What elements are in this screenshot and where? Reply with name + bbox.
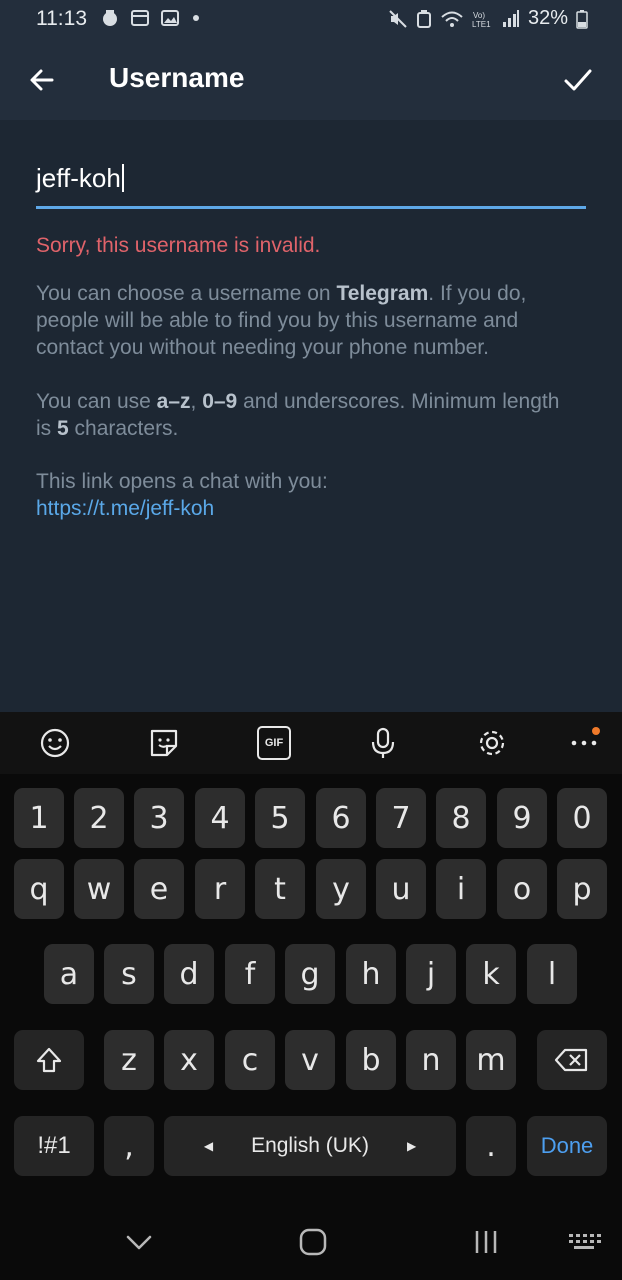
recents-icon[interactable] [472,1228,502,1256]
key-c[interactable]: c [225,1030,275,1090]
app-bar: Username [0,38,622,120]
key-b[interactable]: b [346,1030,396,1090]
key-q[interactable]: q [14,859,64,919]
key-k[interactable]: k [466,944,516,1004]
key-5[interactable]: 5 [255,788,305,848]
chevron-left-icon: ◀ [203,1139,214,1153]
page-title: Username [109,62,245,93]
username-value: jeff-koh [36,163,121,193]
key-9[interactable]: 9 [497,788,547,848]
key-o[interactable]: o [497,859,547,919]
backspace-icon [554,1048,588,1072]
key-1[interactable]: 1 [14,788,64,848]
shift-icon [36,1047,62,1073]
battery-saver-icon [416,9,431,28]
profile-link[interactable]: https://t.me/jeff-koh [36,495,576,522]
comma-key[interactable]: , [104,1116,154,1176]
key-2[interactable]: 2 [74,788,124,848]
signal-icon [502,9,519,27]
key-e[interactable]: e [134,859,184,919]
key-d[interactable]: d [164,944,214,1004]
key-v[interactable]: v [285,1030,335,1090]
username-input[interactable]: jeff-koh [36,158,586,212]
key-m[interactable]: m [466,1030,516,1090]
key-h[interactable]: h [346,944,396,1004]
system-nav-bar [0,1204,622,1280]
key-3[interactable]: 3 [134,788,184,848]
check-icon[interactable] [560,62,596,98]
home-icon[interactable] [298,1228,328,1256]
help-text-username: You can choose a username on Telegram. I… [36,282,527,359]
gif-icon[interactable]: GIF [257,726,291,760]
gallery-icon [161,10,179,26]
volte-icon: Vo)LTE1 [472,11,491,29]
key-4[interactable]: 4 [195,788,245,848]
backspace-key[interactable] [537,1030,607,1090]
svg-text:Vo): Vo) [473,11,485,20]
on-screen-keyboard: 1 2 3 4 5 6 7 8 9 0 q w e r t y u i o p … [0,774,622,1204]
username-settings-content: jeff-koh Sorry, this username is invalid… [0,120,622,712]
key-w[interactable]: w [74,859,124,919]
period-key[interactable]: . [466,1116,516,1176]
space-key-label: English (UK) [251,1134,369,1157]
keyboard-toolbar: GIF [0,712,622,774]
notification-icon [103,10,117,26]
mute-icon [389,9,407,28]
chevron-down-icon[interactable] [124,1228,154,1256]
done-button[interactable]: Done [527,1116,607,1176]
settings-icon[interactable] [475,726,509,760]
status-time: 11:13 [36,7,87,30]
help-text-rules: You can use a–z, 0–9 and underscores. Mi… [36,390,560,440]
key-a[interactable]: a [44,944,94,1004]
key-0[interactable]: 0 [557,788,607,848]
error-message: Sorry, this username is invalid. [36,234,321,257]
key-i[interactable]: i [436,859,486,919]
battery-percent: 32% [527,7,568,29]
microphone-icon[interactable] [366,726,400,760]
text-caret [121,164,124,192]
key-u[interactable]: u [376,859,426,919]
status-bar: 11:13 Vo) LTE1 32% [0,0,622,38]
key-g[interactable]: g [285,944,335,1004]
key-j[interactable]: j [406,944,456,1004]
shift-key[interactable] [14,1030,84,1090]
wifi-icon [441,11,463,27]
input-underline [36,206,586,209]
dot-icon [193,15,199,21]
key-x[interactable]: x [164,1030,214,1090]
key-r[interactable]: r [195,859,245,919]
key-p[interactable]: p [557,859,607,919]
help-text-link: This link opens a chat with you: https:/… [36,468,576,522]
symbols-key[interactable]: !#1 [14,1116,94,1176]
key-n[interactable]: n [406,1030,456,1090]
calendar-icon [131,10,149,26]
key-s[interactable]: s [104,944,154,1004]
key-t[interactable]: t [255,859,305,919]
key-z[interactable]: z [104,1030,154,1090]
more-icon[interactable] [567,726,601,760]
svg-text:LTE1: LTE1 [472,20,491,29]
space-key[interactable]: ◀ English (UK) ▶ [164,1116,456,1176]
emoji-icon[interactable] [38,726,72,760]
key-f[interactable]: f [225,944,275,1004]
arrow-left-icon[interactable] [24,62,60,98]
key-l[interactable]: l [527,944,577,1004]
battery-icon [576,9,588,29]
key-7[interactable]: 7 [376,788,426,848]
keyboard-icon[interactable] [566,1228,602,1256]
key-y[interactable]: y [316,859,366,919]
chevron-right-icon: ▶ [406,1139,417,1153]
key-8[interactable]: 8 [436,788,486,848]
sticker-icon[interactable] [147,726,181,760]
key-6[interactable]: 6 [316,788,366,848]
